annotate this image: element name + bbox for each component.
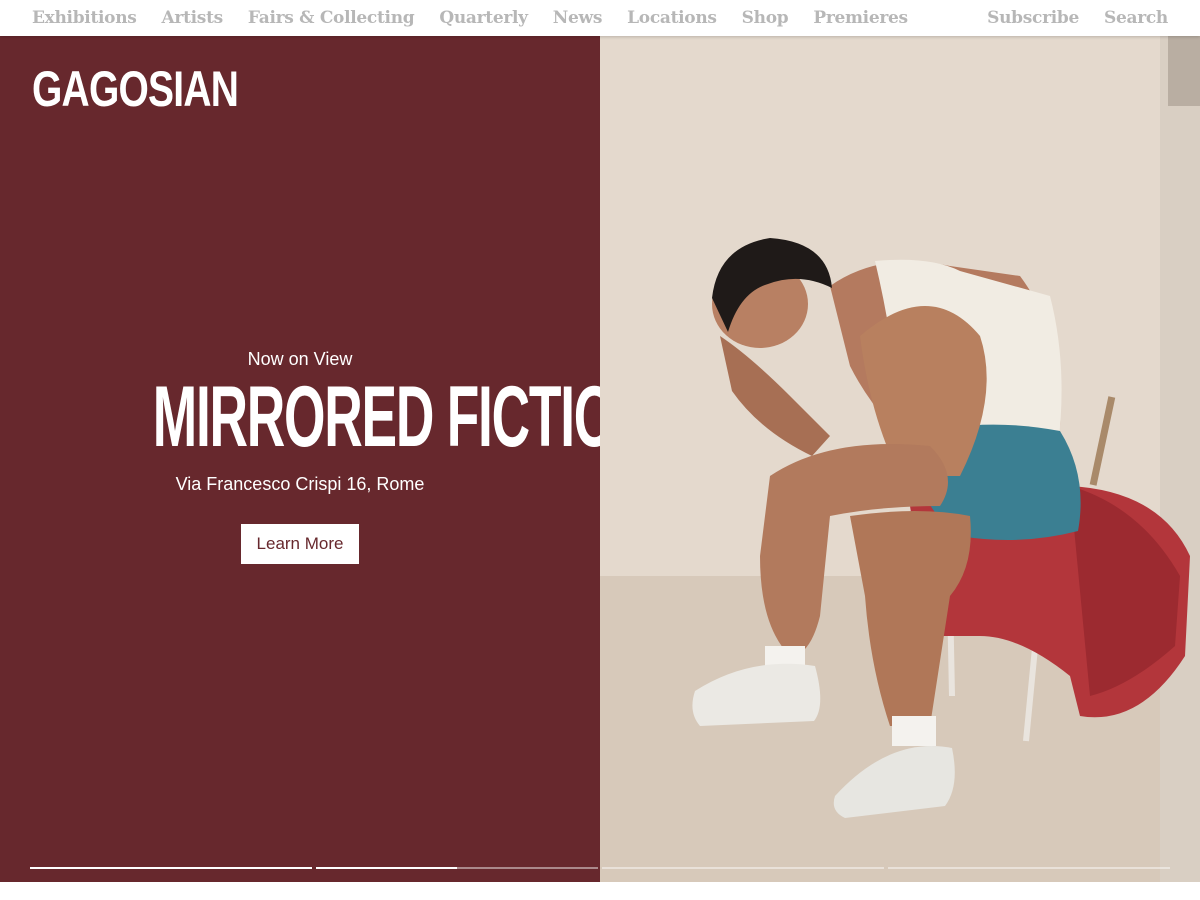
gagosian-logo[interactable]: GAGOSIAN [32, 64, 239, 114]
exhibition-location: Via Francesco Crispi 16, Rome [175, 474, 425, 494]
hero-text-panel: GAGOSIAN Now on View MIRRORED FICTION Vi… [0, 36, 653, 882]
hero-eyebrow: Now on View [247, 349, 353, 369]
slide-indicator-1[interactable] [30, 867, 312, 869]
slide-indicator-3[interactable] [602, 867, 884, 869]
top-navigation: Exhibitions Artists Fairs & Collecting Q… [0, 0, 1200, 36]
hero-image[interactable] [600, 36, 1200, 882]
exhibition-title[interactable]: MIRRORED FICTION [0, 374, 653, 460]
nav-item-premieres[interactable]: Premieres [813, 8, 908, 28]
slide-indicator-2[interactable] [316, 867, 598, 869]
nav-item-news[interactable]: News [553, 8, 603, 28]
hero-slider: GAGOSIAN Now on View MIRRORED FICTION Vi… [0, 36, 1200, 882]
photo-seated-man-icon [600, 36, 1200, 882]
nav-item-quarterly[interactable]: Quarterly [439, 8, 528, 28]
main-menu: Exhibitions Artists Fairs & Collecting Q… [32, 0, 908, 36]
nav-item-exhibitions[interactable]: Exhibitions [32, 8, 137, 28]
utility-menu: Subscribe Search [962, 0, 1168, 36]
slide-indicator-4[interactable] [888, 867, 1170, 869]
search-link[interactable]: Search [1104, 8, 1168, 28]
nav-item-artists[interactable]: Artists [162, 8, 224, 28]
slider-progress [30, 867, 1170, 869]
nav-item-locations[interactable]: Locations [627, 8, 717, 28]
nav-item-shop[interactable]: Shop [742, 8, 789, 28]
learn-more-button[interactable]: Learn More [241, 524, 359, 564]
nav-item-fairs-collecting[interactable]: Fairs & Collecting [248, 8, 415, 28]
subscribe-link[interactable]: Subscribe [987, 8, 1079, 28]
exhibition-title-text: MIRRORED FICTION [152, 369, 653, 465]
